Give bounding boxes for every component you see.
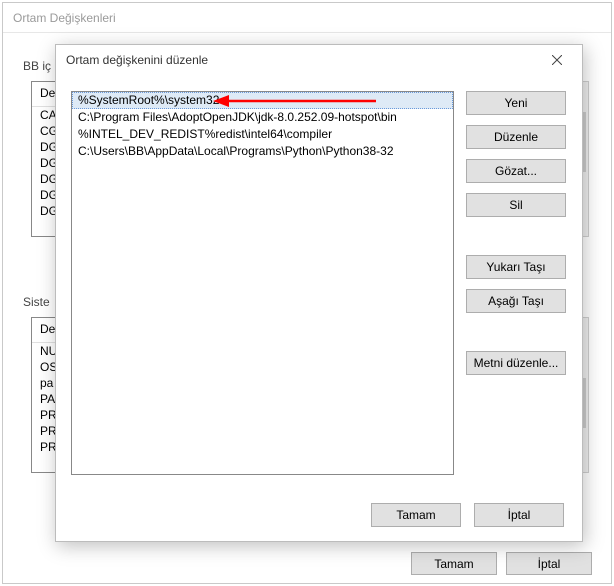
edit-body: %SystemRoot%\system32 C:\Program Files\A… (56, 75, 582, 541)
browse-button[interactable]: Gözat... (466, 159, 566, 183)
ok-button[interactable]: Tamam (371, 503, 461, 527)
edit-dialog-title: Ortam değişkenini düzenle (66, 53, 208, 67)
edit-env-var-dialog: Ortam değişkenini düzenle %SystemRoot%\s… (55, 44, 583, 542)
user-vars-group-label: BB iç (23, 59, 51, 73)
close-icon (552, 55, 562, 65)
edit-titlebar: Ortam değişkenini düzenle (56, 45, 582, 75)
env-vars-titlebar: Ortam Değişkenleri (3, 3, 611, 33)
system-vars-group-label: Siste (23, 295, 50, 309)
path-listbox[interactable]: %SystemRoot%\system32 C:\Program Files\A… (71, 91, 454, 475)
close-button[interactable] (540, 49, 574, 71)
ok-button[interactable]: Tamam (411, 552, 497, 575)
cancel-button[interactable]: İptal (474, 503, 564, 527)
path-entry[interactable]: %SystemRoot%\system32 (72, 92, 453, 109)
path-entry[interactable]: %INTEL_DEV_REDIST%redist\intel64\compile… (72, 126, 453, 143)
edit-button[interactable]: Düzenle (466, 125, 566, 149)
new-button[interactable]: Yeni (466, 91, 566, 115)
move-up-button[interactable]: Yukarı Taşı (466, 255, 566, 279)
cancel-button[interactable]: İptal (506, 552, 592, 575)
edit-text-button[interactable]: Metni düzenle... (466, 351, 566, 375)
move-down-button[interactable]: Aşağı Taşı (466, 289, 566, 313)
env-vars-title: Ortam Değişkenleri (13, 11, 116, 25)
path-entry[interactable]: C:\Program Files\AdoptOpenJDK\jdk-8.0.25… (72, 109, 453, 126)
path-entry[interactable]: C:\Users\BB\AppData\Local\Programs\Pytho… (72, 143, 453, 160)
delete-button[interactable]: Sil (466, 193, 566, 217)
